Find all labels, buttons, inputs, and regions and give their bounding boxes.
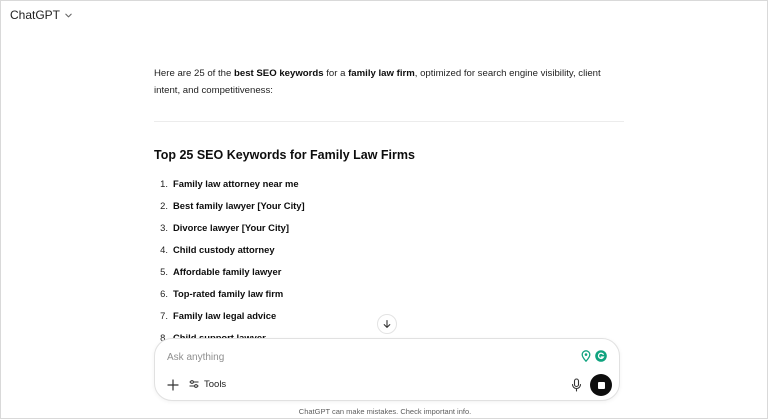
list-item: 4. Child custody attorney <box>154 238 305 260</box>
model-selector[interactable]: ChatGPT <box>10 8 73 22</box>
list-number: 5. <box>160 265 168 277</box>
tools-icon <box>189 380 199 388</box>
plus-icon[interactable] <box>166 378 180 392</box>
section-divider <box>154 121 624 122</box>
tools-button[interactable]: Tools <box>188 378 226 390</box>
keyword-text: Child custody attorney <box>173 243 275 255</box>
scroll-to-bottom-button[interactable] <box>377 314 397 334</box>
list-number: 1. <box>160 177 168 189</box>
extension-icons <box>581 350 607 362</box>
tools-label: Tools <box>204 378 227 390</box>
list-item: 2. Best family lawyer [Your City] <box>154 194 305 216</box>
list-number: 4. <box>160 243 168 255</box>
microphone-icon[interactable] <box>570 378 583 392</box>
keyword-text: Affordable family lawyer <box>173 265 282 277</box>
list-item: 7. Family law legal advice <box>154 304 305 326</box>
keyword-text: Family law legal advice <box>173 309 277 321</box>
keyword-text: Divorce lawyer [Your City] <box>173 221 290 233</box>
section-heading: Top 25 SEO Keywords for Family Law Firms <box>154 148 415 162</box>
list-number: 6. <box>160 287 168 299</box>
message-composer: Tools <box>154 338 620 401</box>
keyword-list: 1. Family law attorney near me 2. Best fam… <box>154 172 305 348</box>
prompt-input[interactable] <box>167 349 567 365</box>
top-bar: ChatGPT <box>1 1 768 31</box>
intro-text: for a <box>323 68 349 79</box>
list-item: 3. Divorce lawyer [Your City] <box>154 216 305 238</box>
keyword-text: Family law attorney near me <box>173 177 299 189</box>
grammarly-icon[interactable] <box>595 350 607 362</box>
model-name: ChatGPT <box>10 8 61 22</box>
stop-icon <box>597 381 605 389</box>
disclaimer-text: ChatGPT can make mistakes. Check importa… <box>298 407 472 416</box>
keyword-text: Top-rated family law firm <box>173 287 284 299</box>
intro-text: Here are 25 of the <box>154 68 234 79</box>
app-window: ChatGPT Here are 25 of the best SEO keyw… <box>0 0 768 419</box>
arrow-down-icon <box>383 319 391 328</box>
list-item: 5. Affordable family lawyer <box>154 260 305 282</box>
keyword-text: Best family lawyer [Your City] <box>173 199 305 211</box>
stop-generating-button[interactable] <box>590 374 612 396</box>
list-number: 7. <box>160 309 168 321</box>
list-number: 3. <box>160 221 168 233</box>
list-item: 6. Top-rated family law firm <box>154 282 305 304</box>
intro-bold-text: family law firm <box>348 68 415 79</box>
list-number: 2. <box>160 199 168 211</box>
intro-paragraph: Here are 25 of the best SEO keywords for… <box>154 65 624 99</box>
location-pin-icon[interactable] <box>581 350 591 362</box>
chevron-down-icon <box>65 13 72 17</box>
intro-bold-text: best SEO keywords <box>234 68 324 79</box>
list-item: 1. Family law attorney near me <box>154 172 305 194</box>
